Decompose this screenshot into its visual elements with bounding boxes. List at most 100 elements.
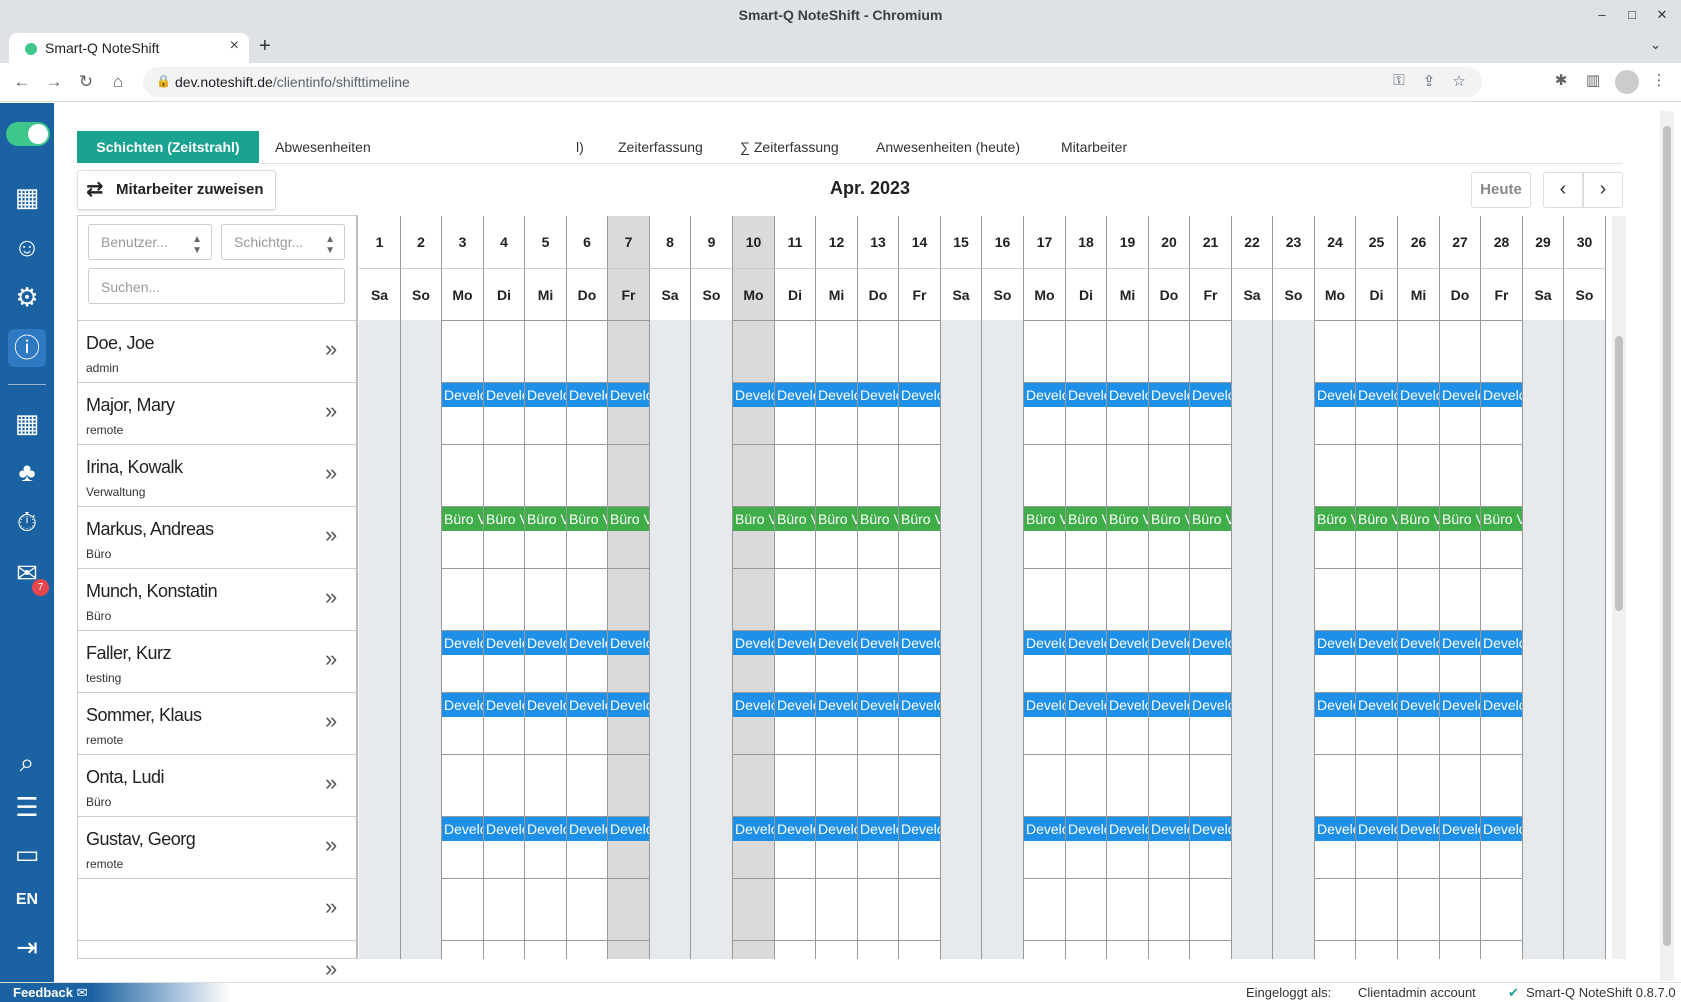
shift-block[interactable]: Büro V (567, 507, 607, 531)
shift-block[interactable]: Develo (1356, 383, 1397, 407)
shift-block[interactable]: Büro V (816, 507, 857, 531)
day-cell[interactable] (1190, 754, 1232, 816)
employee-row[interactable]: Munch, Konstatin Büro » (78, 568, 357, 630)
shift-block[interactable]: Develo (1356, 631, 1397, 655)
day-cell[interactable] (525, 568, 567, 630)
shift-block[interactable]: Büro V (775, 507, 815, 531)
day-cell[interactable] (608, 444, 650, 506)
shift-block[interactable]: Develo (1024, 693, 1065, 717)
expand-chevron-icon[interactable]: » (325, 336, 337, 362)
shift-block[interactable]: Develo (1481, 817, 1522, 841)
day-cell[interactable] (1356, 878, 1398, 940)
day-cell[interactable] (1398, 568, 1440, 630)
day-cell[interactable] (1315, 320, 1356, 382)
day-cell[interactable] (858, 568, 899, 630)
day-cell[interactable] (608, 754, 650, 816)
employee-row[interactable]: Gustav, Georg remote » (78, 816, 357, 878)
day-cell[interactable] (1398, 444, 1440, 506)
day-cell[interactable] (733, 444, 775, 506)
shift-block[interactable]: Develo (525, 631, 566, 655)
shift-block[interactable]: Develo (1066, 817, 1106, 841)
day-cell[interactable] (567, 568, 608, 630)
day-cell[interactable] (775, 444, 816, 506)
day-cell[interactable] (1149, 940, 1190, 959)
close-window-icon[interactable]: ✕ (1647, 0, 1677, 31)
minimize-icon[interactable]: – (1587, 0, 1617, 31)
day-cell[interactable] (858, 940, 899, 959)
home-icon[interactable]: ⌂ (105, 69, 131, 95)
previous-month-button[interactable]: ‹ (1543, 172, 1583, 208)
clock-toggle[interactable] (6, 122, 50, 146)
tab-time-tracking-sum[interactable]: ∑ Zeiterfassung (740, 139, 839, 155)
day-cell[interactable] (442, 878, 484, 940)
day-cell[interactable] (567, 754, 608, 816)
tab-partial[interactable]: l) (576, 139, 584, 155)
menu-icon[interactable]: ⋮ (1649, 71, 1669, 89)
shift-block[interactable]: Büro V (858, 507, 898, 531)
day-cell[interactable] (608, 878, 650, 940)
employee-row[interactable]: Sommer, Klaus remote » (78, 692, 357, 754)
shift-block[interactable]: Develo (442, 693, 483, 717)
shift-block[interactable]: Büro V (1149, 507, 1189, 531)
day-cell[interactable] (1440, 568, 1481, 630)
shift-block[interactable]: Büro V (525, 507, 566, 531)
day-cell[interactable] (1481, 754, 1523, 816)
day-cell[interactable] (1440, 940, 1481, 959)
shift-block[interactable]: Develo (1190, 383, 1231, 407)
info-icon[interactable]: ⓘ (8, 329, 46, 367)
tab-search-icon[interactable]: ⌄ (1650, 37, 1661, 53)
shift-block[interactable]: Büro V (1481, 507, 1522, 531)
day-cell[interactable] (733, 940, 775, 959)
day-cell[interactable] (1107, 320, 1149, 382)
day-cell[interactable] (525, 878, 567, 940)
timeline-scrollbar[interactable] (1612, 216, 1626, 959)
shift-block[interactable]: Develo (1315, 383, 1355, 407)
shift-block[interactable]: Develo (1024, 383, 1065, 407)
day-cell[interactable] (525, 754, 567, 816)
shift-block[interactable]: Develo (1440, 631, 1480, 655)
expand-chevron-icon[interactable]: » (325, 832, 337, 858)
shift-block[interactable]: Develo (858, 693, 898, 717)
day-cell[interactable] (733, 878, 775, 940)
new-tab-icon[interactable]: + (259, 35, 271, 58)
shift-block[interactable]: Develo (733, 383, 774, 407)
day-cell[interactable] (733, 320, 775, 382)
shift-block[interactable]: Develo (608, 693, 649, 717)
shift-block[interactable]: Develo (816, 817, 857, 841)
shift-block[interactable]: Büro V (608, 507, 649, 531)
calendar-check-icon[interactable]: ▦ (8, 178, 46, 216)
page-scrollbar-thumb[interactable] (1663, 126, 1671, 946)
sliders-icon[interactable]: ☰ (8, 788, 46, 826)
shift-block[interactable]: Büro V (1190, 507, 1231, 531)
language-en-icon[interactable]: EN (8, 881, 46, 919)
shift-block[interactable]: Büro V (1440, 507, 1480, 531)
day-cell[interactable] (816, 444, 858, 506)
day-cell[interactable] (1315, 878, 1356, 940)
vacation-palm-icon[interactable]: ♣ (8, 453, 46, 491)
employee-row[interactable]: Faller, Kurz testing » (78, 630, 357, 692)
employee-row[interactable]: Irina, Kowalk Verwaltung » (78, 444, 357, 506)
shift-block[interactable]: Develo (1024, 631, 1065, 655)
settings-icon[interactable]: ⚙ (8, 278, 46, 316)
day-cell[interactable] (816, 754, 858, 816)
day-cell[interactable] (858, 320, 899, 382)
employee-row[interactable]: Onta, Ludi Büro » (78, 754, 357, 816)
shift-block[interactable]: Develo (1356, 693, 1397, 717)
shift-block[interactable]: Develo (899, 693, 940, 717)
shift-block[interactable]: Develo (567, 383, 607, 407)
shift-block[interactable]: Develo (1398, 817, 1439, 841)
day-cell[interactable] (484, 320, 525, 382)
shift-block[interactable]: Develo (775, 631, 815, 655)
shift-group-filter-select[interactable]: Schichtgr... ▲ ▼ (221, 224, 345, 260)
day-cell[interactable] (567, 444, 608, 506)
close-tab-icon[interactable]: × (230, 37, 239, 55)
calendar-icon[interactable]: ▦ (8, 404, 46, 442)
devices-icon[interactable]: ▭ (8, 835, 46, 873)
shift-block[interactable]: Develo (1398, 383, 1439, 407)
day-cell[interactable] (1107, 568, 1149, 630)
search-input[interactable]: Suchen... (88, 268, 345, 304)
day-cell[interactable] (608, 320, 650, 382)
today-button[interactable]: Heute (1471, 172, 1531, 208)
day-cell[interactable] (1398, 320, 1440, 382)
day-cell[interactable] (1481, 444, 1523, 506)
